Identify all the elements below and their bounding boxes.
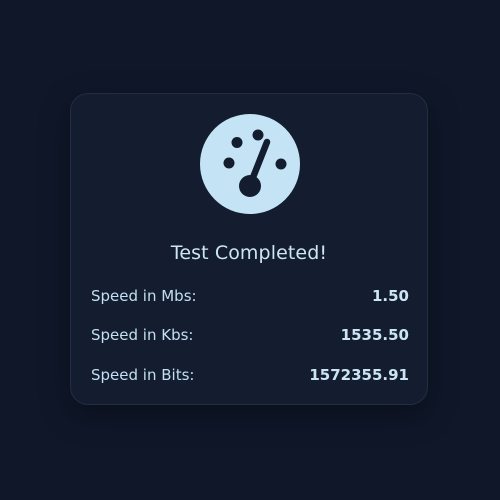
- speed-row-bits: Speed in Bits: 1572355.91: [91, 364, 409, 386]
- speedometer-graphic: [200, 114, 300, 214]
- result-title: Test Completed!: [170, 242, 328, 264]
- speed-row-kbs: Speed in Kbs: 1535.50: [91, 324, 409, 346]
- result-card: Test Completed! Speed in Mbs: 1.50 Speed…: [70, 93, 428, 405]
- gauge-dot: [223, 157, 235, 169]
- page: Test Completed! Speed in Mbs: 1.50 Speed…: [0, 0, 500, 500]
- speed-value-bits: 1572355.91: [309, 366, 409, 384]
- speed-label-kbs: Speed in Kbs:: [91, 326, 194, 344]
- gauge-dot: [252, 129, 264, 141]
- speed-row-mbs: Speed in Mbs: 1.50: [91, 285, 409, 307]
- speed-label-mbs: Speed in Mbs:: [91, 287, 197, 305]
- speed-value-mbs: 1.50: [371, 287, 409, 305]
- gauge-hub: [239, 175, 261, 197]
- speed-label-bits: Speed in Bits:: [91, 366, 195, 384]
- speedometer-icon: [199, 113, 301, 215]
- speed-value-kbs: 1535.50: [340, 326, 409, 344]
- gauge-dot: [275, 158, 287, 170]
- gauge-dot: [231, 137, 243, 148]
